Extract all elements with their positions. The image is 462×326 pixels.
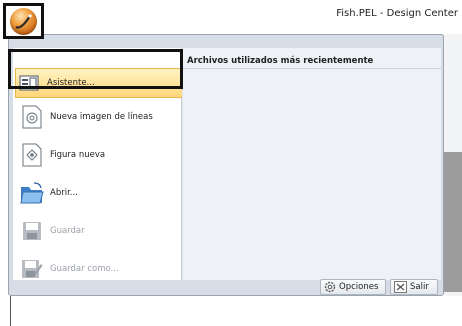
menu-item-label: Abrir... <box>50 188 78 198</box>
menu-item-label: Guardar <box>50 226 85 236</box>
wizard-icon <box>16 70 42 96</box>
menu-item-label: Asistente... <box>47 78 95 88</box>
gear-icon <box>324 281 336 293</box>
options-button[interactable]: Opciones <box>320 279 386 295</box>
background-strip <box>444 34 462 296</box>
menu-commands: Asistente... Nueva imagen de líneas Figu… <box>13 48 183 282</box>
menu-item-new-line-image[interactable]: Nueva imagen de líneas <box>19 102 179 132</box>
options-button-label: Opciones <box>339 282 379 292</box>
recent-files-panel: Archivos utilizados más recientemente <box>182 48 441 280</box>
menu-item-save[interactable]: Guardar <box>19 216 179 246</box>
save-icon <box>19 218 45 244</box>
menu-item-new-figure[interactable]: Figura nueva <box>19 140 179 170</box>
menu-item-label: Guardar como... <box>50 264 119 274</box>
menu-item-wizard[interactable]: Asistente... <box>15 68 183 98</box>
application-menu: Asistente... Nueva imagen de líneas Figu… <box>8 34 444 296</box>
menu-item-open[interactable]: Abrir... <box>19 178 179 208</box>
recent-files-header: Archivos utilizados más recientemente <box>183 53 441 69</box>
menu-item-label: Nueva imagen de líneas <box>50 112 153 122</box>
new-line-image-icon <box>19 104 45 130</box>
application-button[interactable] <box>3 3 44 39</box>
menu-item-label: Figura nueva <box>50 150 106 160</box>
background-panel <box>444 152 462 292</box>
exit-icon <box>394 281 407 293</box>
exit-button[interactable]: Salir <box>390 279 438 295</box>
open-folder-icon <box>19 180 45 206</box>
title-bar: Fish.PEL - Design Center <box>0 0 462 33</box>
menu-footer: Opciones Salir <box>13 279 440 295</box>
divider <box>10 296 11 326</box>
window-title: Fish.PEL - Design Center <box>336 8 458 19</box>
app-logo-icon <box>10 8 37 35</box>
new-figure-icon <box>19 142 45 168</box>
save-as-icon <box>19 256 45 282</box>
exit-button-label: Salir <box>410 282 429 292</box>
